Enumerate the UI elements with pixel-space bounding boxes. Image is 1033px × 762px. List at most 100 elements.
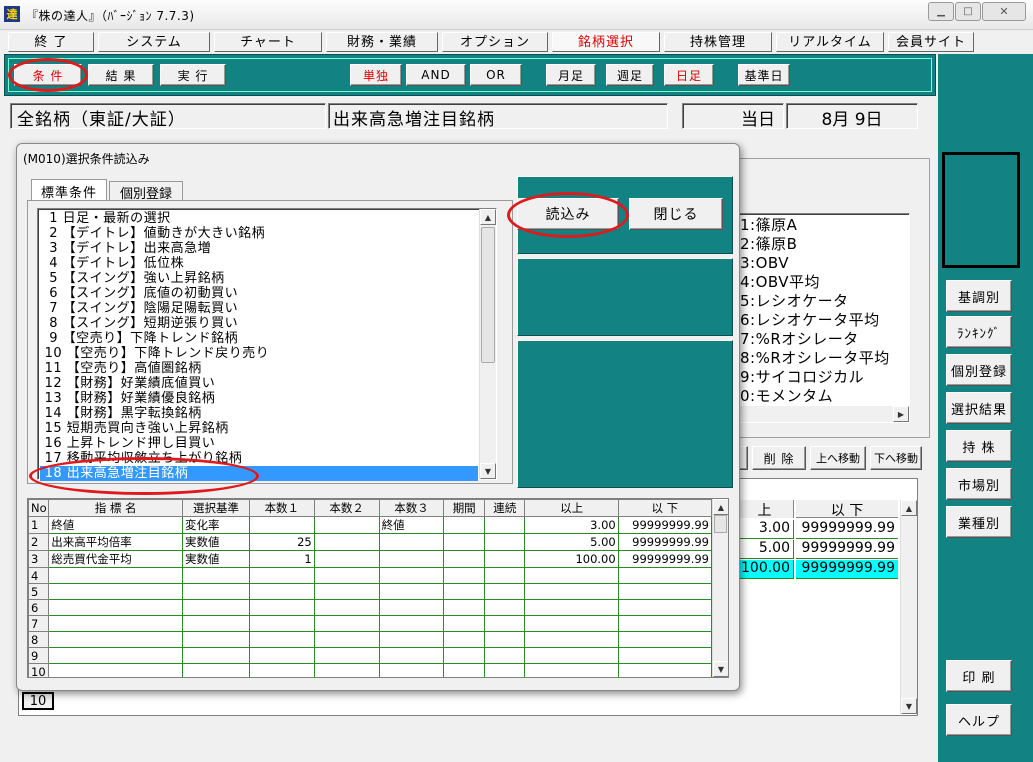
scroll-down-icon[interactable]: ▼ [480,463,496,479]
bg-list-item[interactable]: 6:レシオケータ平均 [740,311,890,330]
table-cell[interactable] [524,631,619,648]
table-cell[interactable] [378,550,445,568]
table-row[interactable]: 8 [28,631,713,648]
table-cell[interactable] [313,567,380,584]
sidebar-button-0[interactable]: 基調別 [946,280,1012,312]
table-cell[interactable] [313,615,380,632]
tab-kobetsu[interactable]: 個別登録 [109,181,183,202]
table-cell[interactable] [313,533,380,551]
table-cell[interactable]: 3 [28,550,50,568]
table-cell[interactable] [483,615,526,632]
table-cell[interactable] [48,567,184,584]
table-cell[interactable] [443,599,485,616]
table-cell[interactable] [443,583,485,600]
table-cell[interactable] [248,615,315,632]
table-cell[interactable] [443,550,485,568]
table-cell[interactable] [182,599,250,616]
delete-button[interactable]: 削 除 [752,446,806,470]
table-cell[interactable] [313,663,380,677]
table-row[interactable]: 10 [28,663,713,677]
sidebar-button-4[interactable]: 持 株 [946,430,1012,462]
move-down-button[interactable]: 下へ移動 [870,446,922,470]
menu-tab-2[interactable]: チャート [214,32,322,52]
table-cell[interactable] [48,583,184,600]
table-cell[interactable] [617,583,713,600]
or-button[interactable]: OR [470,64,522,86]
table-cell[interactable] [443,663,485,677]
table-cell[interactable] [182,615,250,632]
table-cell[interactable]: 100.00 [524,550,619,568]
table-row[interactable]: 4 [28,567,713,584]
table-cell[interactable] [182,647,250,664]
table-cell[interactable] [313,550,380,568]
scroll-thumb[interactable] [481,227,495,363]
condition-item[interactable]: 15 短期売買向き強い上昇銘柄 [40,421,478,436]
bg-list-item[interactable]: 4:OBV平均 [740,273,890,292]
menu-tab-5[interactable]: 銘柄選択 [552,32,660,52]
table-cell[interactable] [617,631,713,648]
bg-list-item[interactable]: 0:モメンタム [740,387,890,406]
table-cell[interactable] [48,647,184,664]
table-cell[interactable] [524,647,619,664]
table-cell[interactable]: 実数値 [182,533,250,551]
tab-standard[interactable]: 標準条件 [31,179,107,201]
menu-tab-6[interactable]: 持株管理 [664,32,772,52]
table-cell[interactable] [617,663,713,677]
table-cell[interactable] [48,631,184,648]
table-cell[interactable] [182,631,250,648]
table-cell[interactable] [313,647,380,664]
table-cell[interactable] [483,631,526,648]
table-cell[interactable]: 10 [28,663,50,677]
scroll-up-icon[interactable]: ▲ [901,500,917,516]
shuu-button[interactable]: 週足 [606,64,654,86]
condition-item[interactable]: 4 【デイトレ】低位株 [40,256,478,271]
bg-list-hscroll[interactable]: ▶ [737,406,909,422]
scroll-up-icon[interactable]: ▲ [480,209,496,225]
menu-tab-3[interactable]: 財務・業績 [326,32,438,52]
table-cell[interactable] [248,516,315,534]
condition-item[interactable]: 8 【スイング】短期逆張り買い [40,316,478,331]
table-cell[interactable] [182,663,250,677]
table-row[interactable]: 6 [28,599,713,616]
condition-list[interactable]: 1 日足・最新の選択 2 【デイトレ】値動きが大きい銘柄 3 【デイトレ】出来高… [37,208,497,481]
table-cell[interactable] [483,583,526,600]
table-cell[interactable]: 1 [28,516,50,534]
table-cell[interactable] [248,663,315,677]
condition-item[interactable]: 17 移動平均収斂立ち上がり銘柄 [40,451,478,466]
print-button[interactable]: 印 刷 [946,660,1012,692]
kijunbi-button[interactable]: 基準日 [738,64,790,86]
minimize-button[interactable]: ▁ [928,2,954,21]
table-cell[interactable] [443,647,485,664]
table-cell[interactable] [443,567,485,584]
menu-tab-4[interactable]: オプション [442,32,548,52]
condition-item[interactable]: 11 【空売り】高値圏銘柄 [40,361,478,376]
and-button[interactable]: AND [406,64,466,86]
condition-item[interactable]: 3 【デイトレ】出来高急増 [40,241,478,256]
table-cell[interactable]: 6 [28,599,50,616]
table-cell[interactable]: 9 [28,647,50,664]
close-dialog-button[interactable]: 閉じる [629,198,723,230]
table-cell[interactable]: 2 [28,533,50,551]
menu-tab-8[interactable]: 会員サイト [888,32,974,52]
table-cell[interactable] [378,583,445,600]
table-row[interactable]: 3 総売買代金平均 実数値 1 100.00 99999999.99 [28,550,713,568]
bg-list-item[interactable]: 7:%Rオシレータ [740,330,890,349]
sidebar-button-2[interactable]: 個別登録 [946,354,1012,386]
table-cell[interactable] [378,647,445,664]
table-cell[interactable] [378,631,445,648]
table-cell[interactable] [378,533,445,551]
table-row[interactable]: 1 終値 変化率 終値 3.00 99999999.99 [28,516,713,534]
table-cell[interactable]: 7 [28,615,50,632]
close-window-button[interactable]: ✕ [982,2,1026,21]
bg-list-item[interactable]: 2:篠原B [740,235,890,254]
table-cell[interactable] [313,516,380,534]
table-cell[interactable]: 1 [248,550,315,568]
scroll-down-icon[interactable]: ▼ [901,698,917,714]
table-cell[interactable]: 99999999.99 [617,516,713,534]
scroll-right-icon[interactable]: ▶ [893,406,909,422]
table-cell[interactable] [483,516,526,534]
table-cell[interactable]: 終値 [378,516,445,534]
jouken-button[interactable]: 条 件 [14,64,82,86]
hi-button[interactable]: 日足 [664,64,714,86]
condition-item[interactable]: 9 【空売り】下降トレンド銘柄 [40,331,478,346]
